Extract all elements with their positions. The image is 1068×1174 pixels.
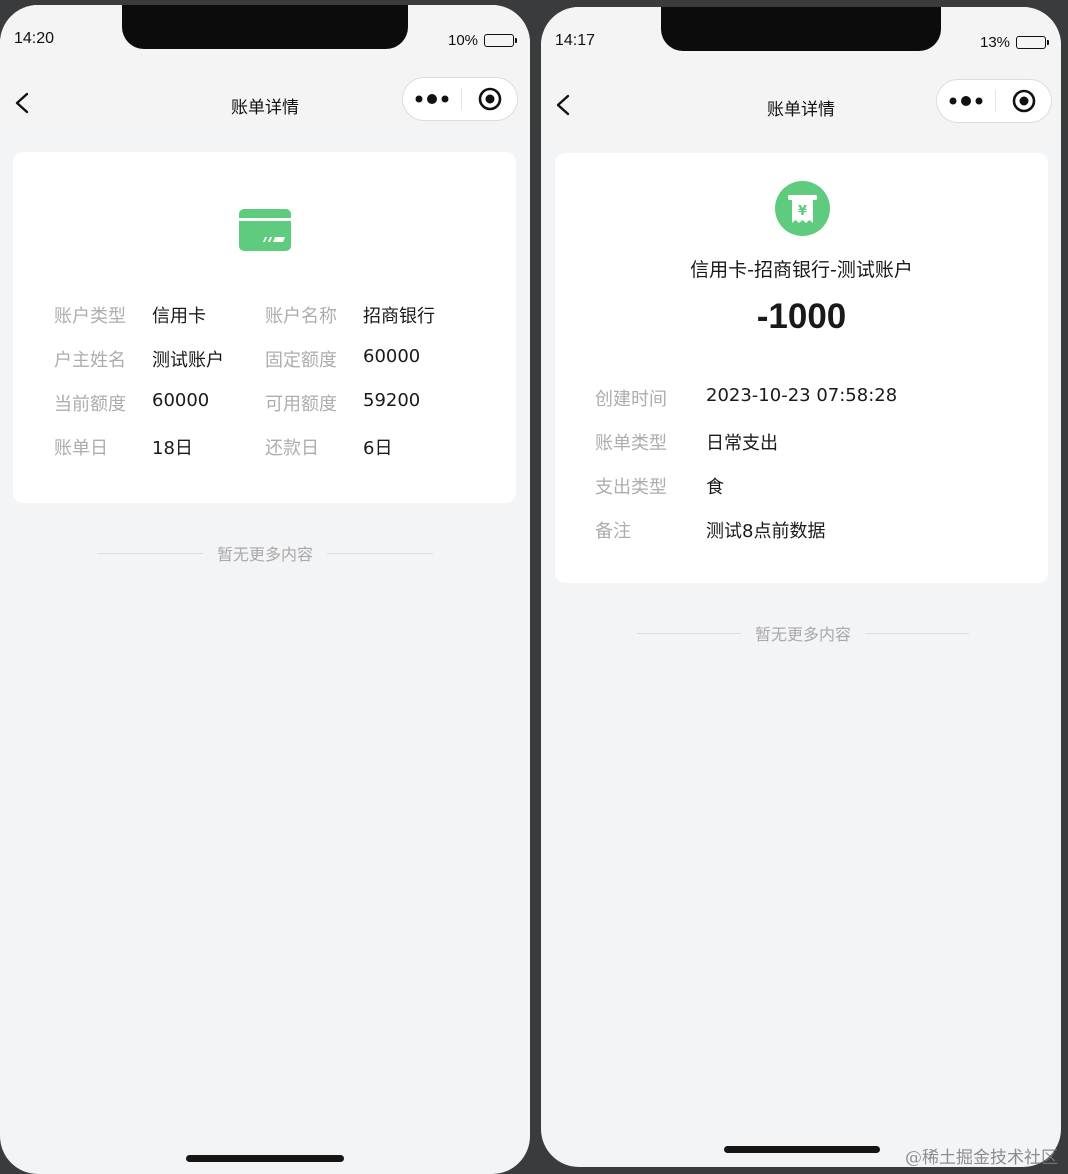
info-value-account-type: 信用卡 <box>152 306 206 327</box>
bill-card: ¥ 信用卡-招商银行-测试账户 -1000 创建时间 2023-10-23 07… <box>555 153 1048 583</box>
info-label-statement-day: 账单日 <box>54 438 108 459</box>
notch <box>122 5 408 49</box>
svg-text:¥: ¥ <box>798 204 807 219</box>
notch <box>661 7 941 51</box>
info-label-remark: 备注 <box>595 521 631 542</box>
no-more-content: 暂无更多内容 <box>633 621 973 645</box>
miniprogram-capsule <box>402 77 518 121</box>
info-value-statement-day: 18日 <box>152 438 193 459</box>
info-value-fixed-limit: 60000 <box>363 346 421 367</box>
yen-receipt-icon: ¥ <box>775 181 830 236</box>
info-value-current-limit: 60000 <box>152 390 210 411</box>
info-value-available-limit: 59200 <box>363 390 421 411</box>
phone-screen-account-detail: 14:20 10% 账单详情 账户类型 信用卡 账户名称 招商银行 户主姓名 测… <box>0 5 530 1174</box>
info-label-current-limit: 当前额度 <box>54 394 126 415</box>
info-value-created-time: 2023-10-23 07:58:28 <box>706 385 898 406</box>
info-label-available-limit: 可用额度 <box>265 394 337 415</box>
info-value-bill-type: 日常支出 <box>706 433 778 454</box>
phone-screen-bill-detail: 14:17 13% 账单详情 ¥ 信用卡-招商银行-测试账户 -1000 创建时… <box>541 7 1061 1167</box>
divider-line <box>636 632 741 634</box>
no-more-text: 暂无更多内容 <box>216 545 313 564</box>
battery-icon <box>1016 36 1050 49</box>
close-miniprogram-icon[interactable] <box>462 78 517 120</box>
status-time: 14:17 <box>555 32 596 49</box>
battery-percent: 13% <box>980 34 1011 51</box>
battery-icon <box>484 34 518 47</box>
home-indicator[interactable] <box>724 1146 880 1153</box>
nav-bar: 账单详情 <box>0 75 530 133</box>
info-label-repayment-day: 还款日 <box>265 438 319 459</box>
divider-line <box>865 632 969 634</box>
more-icon[interactable] <box>937 80 995 122</box>
nav-bar: 账单详情 <box>541 77 1061 135</box>
credit-card-icon <box>239 209 291 251</box>
more-icon[interactable] <box>403 78 461 120</box>
account-card: 账户类型 信用卡 账户名称 招商银行 户主姓名 测试账户 固定额度 60000 … <box>13 152 516 503</box>
info-label-bill-type: 账单类型 <box>595 433 667 454</box>
info-value-repayment-day: 6日 <box>363 438 393 459</box>
info-value-remark: 测试8点前数据 <box>706 521 826 542</box>
info-value-expense-type: 食 <box>706 477 724 498</box>
info-label-account-type: 账户类型 <box>54 306 126 327</box>
divider-line <box>96 552 203 554</box>
info-label-account-name: 账户名称 <box>265 306 337 327</box>
home-indicator[interactable] <box>186 1155 344 1162</box>
miniprogram-capsule <box>936 79 1052 123</box>
no-more-content: 暂无更多内容 <box>92 541 438 565</box>
battery-percent: 10% <box>448 32 479 49</box>
close-miniprogram-icon[interactable] <box>996 80 1051 122</box>
status-bar: 14:17 13% <box>541 7 1061 77</box>
battery-status: 10% <box>448 32 518 49</box>
status-time: 14:20 <box>14 30 55 47</box>
info-value-holder-name: 测试账户 <box>152 350 224 371</box>
watermark-text: @稀土掘金技术社区 <box>905 1148 1058 1168</box>
bill-amount: -1000 <box>756 297 847 336</box>
info-label-created-time: 创建时间 <box>595 389 667 410</box>
info-value-account-name: 招商银行 <box>363 306 435 327</box>
status-bar: 14:20 10% <box>0 5 530 75</box>
battery-status: 13% <box>980 34 1050 51</box>
no-more-text: 暂无更多内容 <box>754 625 851 644</box>
info-label-expense-type: 支出类型 <box>595 477 667 498</box>
bill-account-name: 信用卡-招商银行-测试账户 <box>690 259 913 281</box>
info-label-fixed-limit: 固定额度 <box>265 350 337 371</box>
info-label-holder-name: 户主姓名 <box>54 350 126 371</box>
divider-line <box>327 552 433 554</box>
